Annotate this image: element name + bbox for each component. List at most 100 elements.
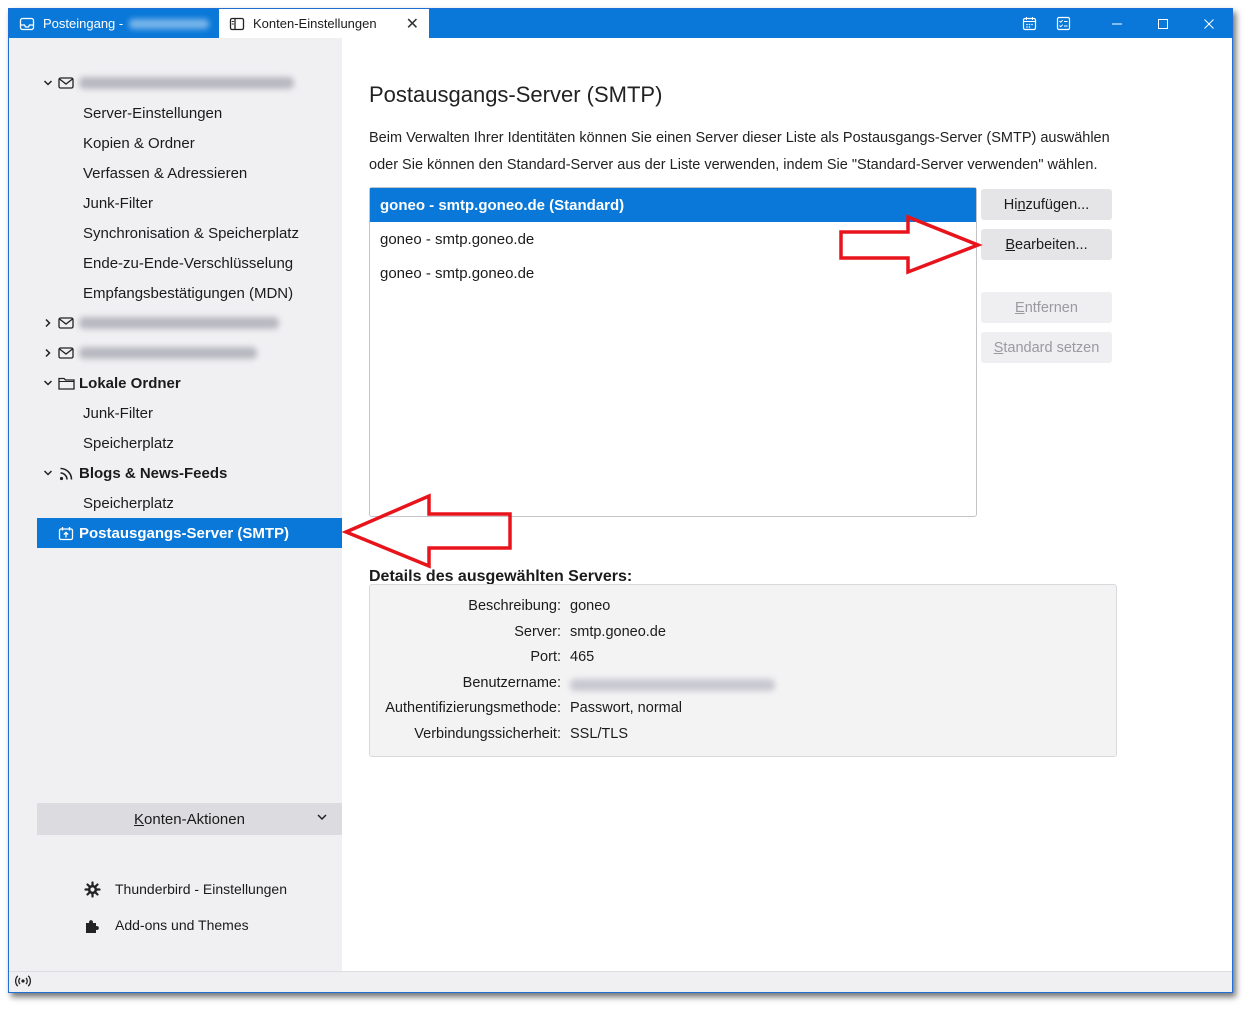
sidebar-item-label: Kopien & Ordner: [83, 134, 195, 152]
server-details-panel: Beschreibung: goneo Server: smtp.goneo.de …: [369, 584, 1117, 757]
sidebar-item-return-receipts[interactable]: Empfangsbestätigungen (MDN): [37, 278, 342, 308]
gear-icon: [83, 880, 101, 898]
sidebar-item-label: Synchronisation & Speicherplatz: [83, 224, 299, 242]
sidebar-item-copies-folders[interactable]: Kopien & Ordner: [37, 128, 342, 158]
maximize-icon[interactable]: [1140, 9, 1186, 38]
detail-label: Port:: [530, 649, 561, 665]
feeds-account[interactable]: Blogs & News-Feeds: [37, 458, 342, 488]
detail-label: Authentifizierungsmethode:: [385, 700, 561, 716]
thunderbird-settings-label: Thunderbird - Einstellungen: [115, 881, 287, 897]
window-controls: [1012, 9, 1232, 38]
sidebar-item-label: Ende-zu-Ende-Verschlüsselung: [83, 254, 294, 272]
chevron-down-icon[interactable]: [41, 468, 55, 478]
detail-row-description: Beschreibung: goneo: [370, 598, 1116, 622]
smtp-server-list[interactable]: goneo - smtp.goneo.de (Standard) goneo -…: [369, 187, 977, 517]
sidebar-item-label: Empfangsbestätigungen (MDN): [83, 284, 294, 302]
mail-account-icon: [57, 345, 75, 361]
detail-row-auth-method: Authentifizierungsmethode: Passwort, norm…: [370, 700, 1116, 724]
tab-account-settings[interactable]: Konten-Einstellungen ✕: [219, 9, 429, 38]
minimize-icon[interactable]: [1094, 9, 1140, 38]
detail-row-server: Server: smtp.goneo.de: [370, 624, 1116, 648]
detail-label: Benutzername:: [462, 675, 561, 691]
addons-themes-link[interactable]: Add-ons und Themes: [83, 916, 249, 934]
chevron-down-icon: [316, 811, 328, 823]
tab-settings-label: Konten-Einstellungen: [253, 16, 377, 31]
sidebar-item-label: Junk-Filter: [83, 404, 154, 422]
chevron-right-icon[interactable]: [41, 348, 55, 358]
feeds-label: Blogs & News-Feeds: [79, 464, 228, 482]
mail-account-icon: [57, 315, 75, 331]
page-description: Beim Verwalten Ihrer Identitäten können …: [369, 130, 1110, 173]
sidebar-item-label: Verfassen & Adressieren: [83, 164, 248, 182]
add-server-button[interactable]: Hi n zufügen...: [981, 189, 1112, 220]
sidebar-item-local-junk-filter[interactable]: Junk-Filter: [37, 398, 342, 428]
detail-value: [570, 675, 775, 695]
account-2[interactable]: [37, 308, 342, 338]
tab-inbox-label: Posteingang -: [43, 16, 124, 31]
account-sidebar: Server-Einstellungen Kopien & Ordner Ver…: [9, 38, 342, 971]
tab-inbox[interactable]: Posteingang -: [9, 9, 219, 38]
thunderbird-settings-link[interactable]: Thunderbird - Einstellungen: [83, 880, 287, 898]
rss-icon: [57, 465, 75, 481]
smtp-server-item[interactable]: goneo - smtp.goneo.de: [370, 222, 976, 256]
outgoing-server-icon: [57, 525, 75, 541]
local-folders-label: Lokale Ordner: [79, 374, 181, 392]
chevron-down-icon[interactable]: [41, 378, 55, 388]
settings-tab-icon: [229, 16, 245, 32]
remove-server-button[interactable]: Entfernen: [981, 292, 1112, 323]
online-status-icon[interactable]: [15, 974, 31, 988]
account-actions-label: Konten-Aktionen: [134, 810, 245, 828]
sidebar-item-label: Junk-Filter: [83, 194, 154, 212]
sidebar-item-e2e-encryption[interactable]: Ende-zu-Ende-Verschlüsselung: [37, 248, 342, 278]
redacted-account-name: [79, 77, 294, 89]
thunderbird-window: Posteingang - Konten-Einstellungen ✕ Ser…: [8, 8, 1233, 993]
smtp-server-item[interactable]: goneo - smtp.goneo.de (Standard): [370, 188, 976, 222]
local-folders[interactable]: Lokale Ordner: [37, 368, 342, 398]
detail-label: Beschreibung:: [468, 598, 561, 614]
redacted-account-name: [79, 347, 257, 359]
detail-value: 465: [570, 649, 595, 665]
sidebar-item-junk-filter[interactable]: Junk-Filter: [37, 188, 342, 218]
sidebar-item-sync-storage[interactable]: Synchronisation & Speicherplatz: [37, 218, 342, 248]
account-1[interactable]: [37, 68, 342, 98]
detail-row-port: Port: 465: [370, 649, 1116, 673]
redacted-username: [570, 679, 775, 691]
sidebar-item-local-storage[interactable]: Speicherplatz: [37, 428, 342, 458]
sidebar-item-server-settings[interactable]: Server-Einstellungen: [37, 98, 342, 128]
detail-row-username: Benutzername:: [370, 675, 1116, 699]
chevron-right-icon[interactable]: [41, 318, 55, 328]
inbox-icon: [19, 16, 35, 32]
edit-server-button[interactable]: Bearbeiten...: [981, 229, 1112, 260]
status-bar: [9, 971, 1232, 992]
detail-value: smtp.goneo.de: [570, 624, 666, 640]
smtp-server-item[interactable]: goneo - smtp.goneo.de: [370, 256, 976, 290]
sidebar-item-composition[interactable]: Verfassen & Adressieren: [37, 158, 342, 188]
sidebar-item-label: Speicherplatz: [83, 494, 174, 512]
detail-value: Passwort, normal: [570, 700, 683, 716]
puzzle-icon: [83, 916, 101, 934]
detail-value: SSL/TLS: [570, 726, 629, 742]
account-tree: Server-Einstellungen Kopien & Ordner Ver…: [37, 68, 342, 548]
sidebar-item-feeds-storage[interactable]: Speicherplatz: [37, 488, 342, 518]
detail-label: Server:: [514, 624, 561, 640]
set-default-button[interactable]: Standard setzen: [981, 332, 1112, 363]
smtp-settings-pane: Postausgangs-Server (SMTP) Beim Verwalte…: [342, 38, 1232, 971]
sidebar-item-label: Server-Einstellungen: [83, 104, 223, 122]
folder-icon: [57, 375, 75, 391]
calendar-icon[interactable]: [1012, 9, 1046, 38]
detail-row-connection-security: Verbindungssicherheit: SSL/TLS: [370, 726, 1116, 750]
account-actions-button[interactable]: Konten-Aktionen: [37, 803, 342, 835]
detail-label: Verbindungssicherheit:: [414, 726, 561, 742]
sidebar-item-label: Speicherplatz: [83, 434, 174, 452]
account-3[interactable]: [37, 338, 342, 368]
sidebar-item-label: Postausgangs-Server (SMTP): [79, 524, 290, 542]
tab-close-icon[interactable]: ✕: [406, 14, 419, 34]
chevron-down-icon[interactable]: [41, 78, 55, 88]
tab-bar: Posteingang - Konten-Einstellungen ✕: [9, 9, 1232, 38]
detail-value: goneo: [570, 598, 611, 614]
page-title: Postausgangs-Server (SMTP): [369, 82, 663, 107]
tasks-icon[interactable]: [1046, 9, 1080, 38]
sidebar-item-smtp[interactable]: Postausgangs-Server (SMTP): [37, 518, 342, 548]
redacted-account-name: [129, 18, 210, 29]
close-icon[interactable]: [1186, 9, 1232, 38]
